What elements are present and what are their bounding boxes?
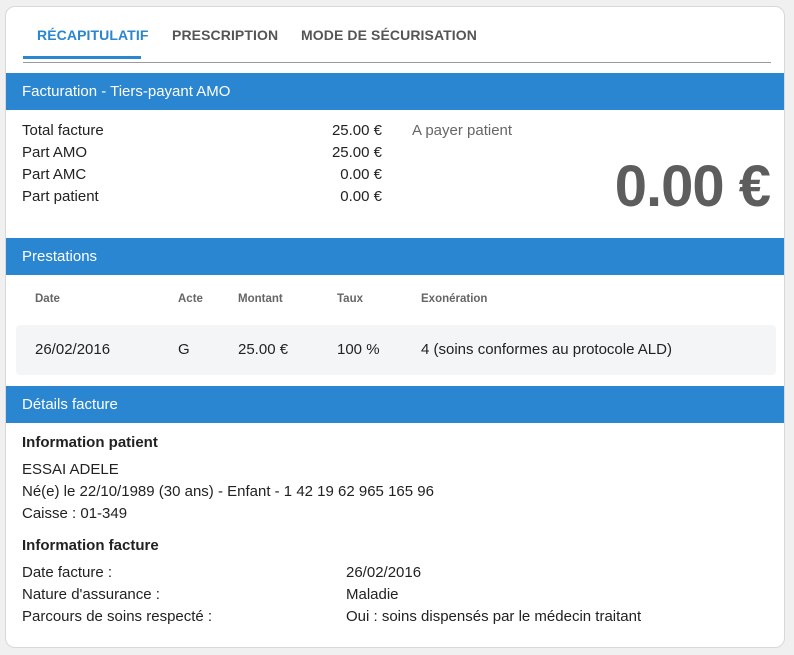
fact-label: Total facture — [22, 122, 104, 139]
column-header-montant: Montant — [238, 293, 283, 305]
fact-row-patient: Part patient 0.00 € — [22, 186, 382, 208]
fact-value: 25.00 € — [331, 122, 382, 139]
column-header-exoneration: Exonération — [421, 293, 488, 305]
patient-caisse: Caisse : 01-349 — [22, 505, 128, 522]
active-tab-indicator — [23, 56, 141, 59]
column-header-acte: Acte — [178, 293, 203, 305]
detail-label-parcours: Parcours de soins respecté : — [22, 608, 213, 625]
fact-value: 0.00 € — [340, 166, 382, 183]
detail-value-date: 26/02/2016 — [346, 564, 422, 581]
payer-patient-amount: 0.00 € — [614, 154, 771, 219]
column-header-taux: Taux — [337, 293, 363, 305]
facture-info-heading: Information facture — [22, 537, 159, 554]
detail-label-nature: Nature d'assurance : — [22, 586, 160, 603]
fact-label: Part patient — [22, 188, 99, 205]
payer-patient-label: A payer patient — [412, 122, 513, 139]
patient-birth: Né(e) le 22/10/1989 (30 ans) - Enfant - … — [22, 483, 434, 500]
cell-acte: G — [178, 341, 190, 358]
cell-montant: 25.00 € — [238, 341, 289, 358]
detail-value-nature: Maladie — [346, 586, 399, 603]
patient-name: ESSAI ADELE — [22, 461, 119, 478]
detail-label-date: Date facture : — [22, 564, 113, 581]
prestations-header: Prestations — [6, 238, 784, 275]
fact-row-total: Total facture 25.00 € — [22, 120, 382, 142]
tab-recapitulatif[interactable]: RÉCAPITULATIF — [37, 27, 148, 43]
cell-exoneration: 4 (soins conformes au protocole ALD) — [421, 341, 672, 358]
fact-row-amo: Part AMO 25.00 € — [22, 142, 382, 164]
column-header-date: Date — [35, 293, 60, 305]
invoice-card: RÉCAPITULATIF PRESCRIPTION MODE DE SÉCUR… — [5, 6, 785, 648]
facturation-header: Facturation - Tiers-payant AMO — [6, 73, 784, 110]
fact-label: Part AMO — [22, 144, 88, 161]
fact-label: Part AMC — [22, 166, 87, 183]
tab-prescription[interactable]: PRESCRIPTION — [172, 27, 278, 43]
detail-value-parcours: Oui : soins dispensés par le médecin tra… — [346, 608, 642, 625]
fact-row-amc: Part AMC 0.00 € — [22, 164, 382, 186]
details-header: Détails facture — [6, 386, 784, 423]
cell-taux: 100 % — [337, 341, 380, 358]
cell-date: 26/02/2016 — [35, 341, 111, 358]
patient-info-heading: Information patient — [22, 434, 158, 451]
fact-value: 0.00 € — [340, 188, 382, 205]
fact-value: 25.00 € — [331, 144, 382, 161]
tab-mode-securisation[interactable]: MODE DE SÉCURISATION — [301, 27, 477, 43]
